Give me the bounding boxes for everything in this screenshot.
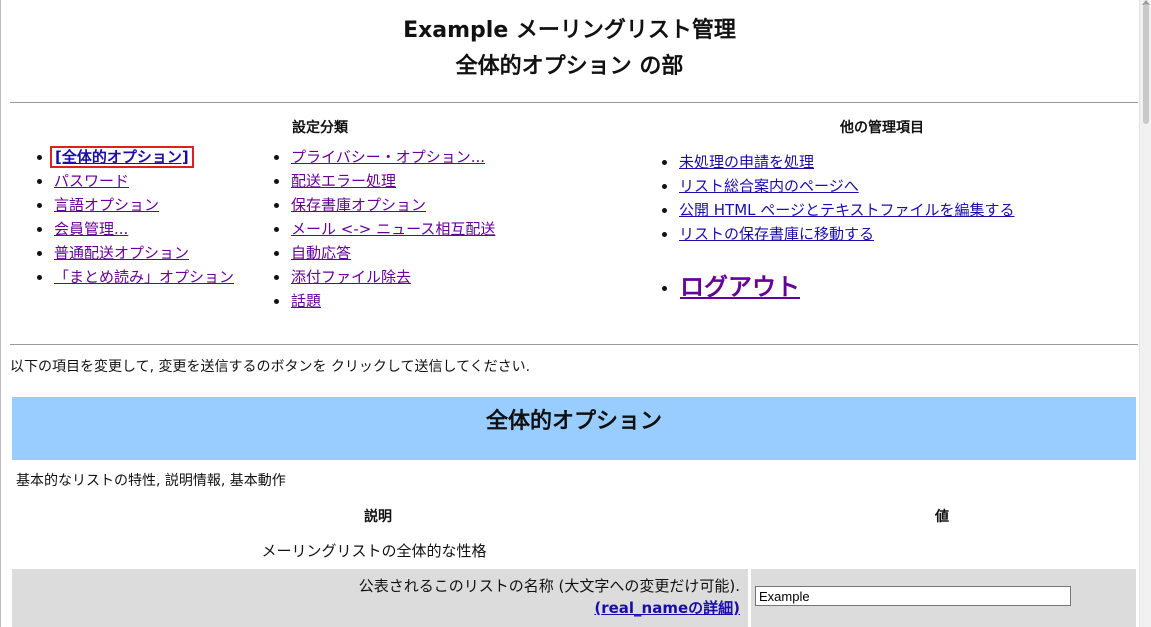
column-header-value: 値 [935,509,949,525]
nav-link-topics[interactable]: 話題 [291,292,321,310]
table-row-value-cell [751,569,1136,627]
section-title: 全体的オプション [485,409,662,434]
nav-link-archive[interactable]: 保存書庫オプション [291,196,426,214]
nav-item-archive: 保存書庫オプション [272,193,495,217]
page-title: Example メーリングリスト管理 [403,18,736,43]
scroll-thumb[interactable] [1143,4,1149,124]
divider-middle [10,344,1138,345]
vertical-scrollbar[interactable] [1139,0,1151,627]
real-name-details-link[interactable]: (real_nameの詳細) [594,599,740,617]
real-name-detail: (real_nameの詳細) [359,597,740,619]
logout-item: ログアウト [662,270,800,304]
group-label: メーリングリストの全体的な性格 [261,542,487,560]
logout-link[interactable]: ログアウト [680,273,800,301]
link-edit-html[interactable]: 公開 HTML ページとテキストファイルを編集する [679,201,1015,219]
nav-link-bounce[interactable]: 配送エラー処理 [291,172,396,190]
nav-item-general: [全体的オプション] [35,145,234,169]
nav-item-nondigest: 普通配送オプション [35,241,234,265]
instructions-text: 以下の項目を変更して, 変更を送信するのボタンを クリックして送信してください. [10,359,531,375]
section-description: 基本的なリストの特性, 説明情報, 基本動作 [16,473,286,489]
nav-item-bounce: 配送エラー処理 [272,169,495,193]
nav-item-contentfilter: 添付ファイル除去 [272,265,495,289]
nav-item-privacy: プライバシー・オプション... [272,145,495,169]
table-row-label-cell: 公表されるこのリストの名称 (大文字への変更だけ可能). (real_nameの… [12,569,748,627]
link-listinfo-page[interactable]: リスト総合案内のページへ [679,177,859,195]
nav-link-language[interactable]: 言語オプション [54,196,159,214]
nav-link-passwords[interactable]: パスワード [54,172,129,190]
details-var-name: real_name [601,599,689,617]
nav-item-members: 会員管理... [35,217,234,241]
nav-link-digest[interactable]: 「まとめ読み」オプション [54,268,234,286]
other-admin-heading: 他の管理項目 [840,120,924,136]
link-pending-requests[interactable]: 未処理の申請を処理 [679,153,814,171]
nav-item-passwords: パスワード [35,169,234,193]
other-item-pending: 未処理の申請を処理 [660,150,1015,174]
nav-item-gateway: メール <-> ニュース相互配送 [272,217,495,241]
nav-link-gateway[interactable]: メール <-> ニュース相互配送 [291,220,495,238]
other-item-listinfo: リスト総合案内のページへ [660,174,1015,198]
settings-category-heading: 設定分類 [292,120,348,136]
section-header-band: 全体的オプション [12,397,1136,460]
real-name-input[interactable] [755,586,1071,606]
current-section-highlight: [全体的オプション] [50,146,194,168]
nav-link-general[interactable]: [全体的オプション] [55,148,189,166]
nav-item-autoreply: 自動応答 [272,241,495,265]
nav-link-autoreply[interactable]: 自動応答 [291,244,351,262]
real-name-description: 公表されるこのリストの名称 (大文字への変更だけ可能). [358,577,740,595]
nav-item-language: 言語オプション [35,193,234,217]
divider-top [10,102,1138,103]
link-list-archives[interactable]: リストの保存書庫に移動する [679,225,874,243]
other-item-archives: リストの保存書庫に移動する [660,222,1015,246]
nav-link-contentfilter[interactable]: 添付ファイル除去 [291,268,411,286]
real-name-label: 公表されるこのリストの名称 (大文字への変更だけ可能). (real_nameの… [359,575,740,619]
page-frame [0,0,1150,627]
other-admin-list: 未処理の申請を処理 リスト総合案内のページへ 公開 HTML ページとテキストフ… [660,150,1015,246]
nav-link-nondigest[interactable]: 普通配送オプション [54,244,189,262]
nav-item-digest: 「まとめ読み」オプション [35,265,234,289]
nav-item-topics: 話題 [272,289,495,313]
nav-link-members[interactable]: 会員管理... [54,220,128,238]
column-header-description: 説明 [364,509,392,525]
nav-link-privacy[interactable]: プライバシー・オプション... [291,148,485,166]
details-suffix: の詳細) [688,599,740,617]
settings-nav-col2: プライバシー・オプション... 配送エラー処理 保存書庫オプション メール <-… [272,145,495,313]
page-subtitle: 全体的オプション の部 [455,54,684,79]
other-item-edithtml: 公開 HTML ページとテキストファイルを編集する [660,198,1015,222]
settings-nav-col1: [全体的オプション] パスワード 言語オプション 会員管理... 普通配送オプシ… [35,145,234,289]
